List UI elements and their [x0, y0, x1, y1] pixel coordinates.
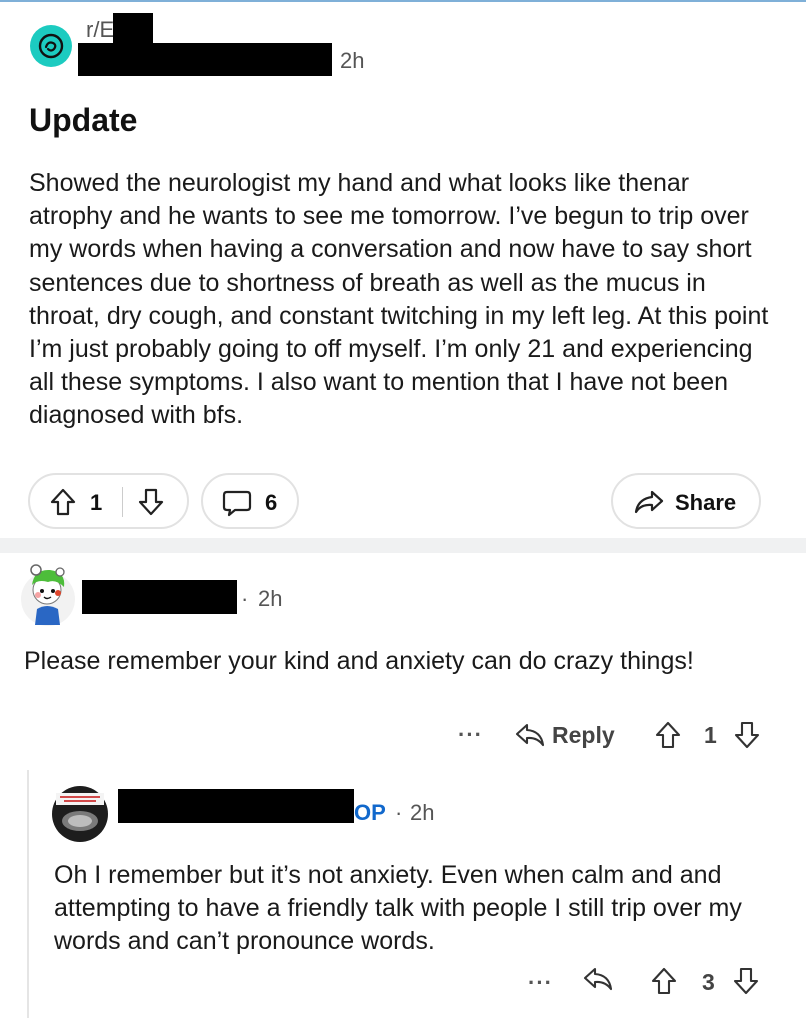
redacted-commenter	[82, 580, 237, 614]
share-label: Share	[675, 490, 737, 515]
subreddit-avatar-icon[interactable]	[30, 25, 72, 67]
post-title: Update	[29, 102, 138, 138]
thread-line	[27, 770, 29, 1018]
comment-vote-count: 3	[702, 969, 715, 995]
comments-button[interactable]: 6	[201, 473, 299, 529]
more-options-button[interactable]: ···	[458, 722, 483, 748]
comment-count: 6	[265, 490, 278, 515]
reply-button[interactable]: Reply	[514, 719, 624, 753]
comment-body: Oh I remember but it’s not anxiety. Even…	[54, 861, 742, 955]
comment-vote-count: 1	[704, 722, 717, 748]
vote-divider	[122, 487, 123, 517]
post-vote-count: 1	[90, 490, 103, 515]
comment-bubble-icon	[221, 488, 253, 518]
share-arrow-icon	[633, 488, 665, 516]
top-border	[0, 0, 806, 2]
redacted-subreddit	[113, 13, 153, 45]
redacted-op-username	[118, 789, 354, 823]
redacted-username	[78, 43, 332, 76]
comment-time: 2h	[410, 800, 435, 825]
post-time: 2h	[340, 48, 365, 73]
arrow-up-icon[interactable]	[650, 966, 678, 996]
more-options-button[interactable]: ···	[528, 970, 553, 996]
subreddit-name[interactable]: r/E	[86, 17, 114, 43]
arrow-down-icon[interactable]	[732, 966, 760, 996]
avatar[interactable]	[50, 785, 110, 843]
avatar[interactable]	[20, 563, 76, 629]
post-body: Showed the neurologist my hand and what …	[29, 169, 769, 430]
arrow-down-icon[interactable]	[733, 720, 761, 750]
vote-bar: 1	[28, 473, 189, 529]
arrow-up-icon[interactable]	[654, 720, 682, 750]
reply-arrow-icon	[514, 722, 546, 748]
comment-time: 2h	[258, 586, 283, 611]
arrow-down-icon[interactable]	[137, 487, 165, 517]
reply-arrow-icon[interactable]	[582, 966, 614, 992]
comment-body: Please remember your kind and anxiety ca…	[24, 647, 694, 675]
op-badge: OP	[354, 800, 386, 825]
reply-label: Reply	[552, 722, 615, 748]
arrow-up-icon[interactable]	[49, 487, 77, 517]
section-divider	[0, 538, 806, 553]
meta-separator: ·	[395, 800, 403, 825]
meta-separator: ·	[241, 586, 249, 611]
share-button[interactable]: Share	[611, 473, 761, 529]
